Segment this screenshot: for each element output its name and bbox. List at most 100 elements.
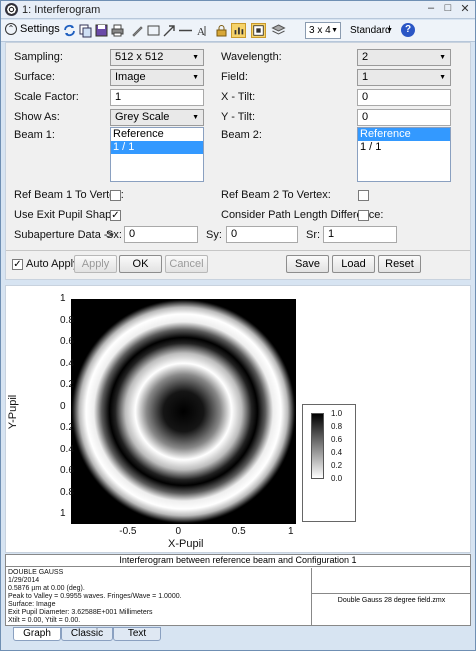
x-tick-label: 0	[175, 526, 182, 537]
field-label: Field:	[221, 71, 248, 83]
beam2-label: Beam 2:	[221, 129, 262, 141]
colorbar-tick-label: 0.8	[331, 422, 343, 431]
info-file-box: Double Gauss 28 degree field.zmx	[311, 568, 471, 625]
interferogram-plot	[71, 299, 296, 524]
reset-button[interactable]: Reset	[378, 255, 421, 273]
sy-input[interactable]: 0	[226, 226, 298, 243]
ref-beam2-checkbox[interactable]	[358, 190, 369, 201]
field-value: 1	[362, 71, 369, 83]
wavelength-label: Wavelength:	[221, 51, 282, 63]
info-line: Exit Pupil Diameter: 3.62588E+001 Millim…	[8, 609, 153, 616]
x-tick-label: 1	[288, 526, 294, 537]
toolbar: ⌃ Settings A 3 x 4 ▼ Standard ▼ ?	[1, 20, 475, 42]
chart-icon[interactable]	[231, 23, 246, 38]
info-line: 0.5876 µm at 0.00 (deg).	[8, 585, 85, 592]
scale-factor-label: Scale Factor:	[14, 91, 79, 103]
show-as-select[interactable]: Grey Scale ▼	[110, 109, 204, 126]
minimize-button[interactable]: –	[426, 2, 436, 15]
beam1-label: Beam 1:	[14, 129, 55, 141]
rectangle-icon[interactable]	[146, 23, 161, 38]
chevron-down-icon: ▼	[192, 54, 199, 61]
sx-input[interactable]: 0	[124, 226, 198, 243]
sx-label: Sx:	[106, 229, 122, 241]
colorbar-tick-label: 0.0	[331, 474, 343, 483]
close-button[interactable]: ✕	[460, 2, 470, 15]
app-icon	[5, 3, 18, 16]
list-item[interactable]: Reference	[111, 128, 203, 141]
text-icon[interactable]: A	[194, 23, 209, 38]
y-tilt-input[interactable]: 0	[357, 109, 451, 126]
save-button[interactable]: Save	[286, 255, 329, 273]
path-length-checkbox[interactable]	[358, 210, 369, 221]
colorbar-tick-label: 0.2	[331, 461, 343, 470]
title-bar[interactable]: 1: Interferogram – □ ✕	[1, 1, 475, 19]
ref-beam1-checkbox[interactable]	[110, 190, 121, 201]
divider	[312, 593, 471, 594]
grid-icon[interactable]	[251, 23, 266, 38]
show-as-value: Grey Scale	[115, 111, 170, 123]
list-item[interactable]: 1 / 1	[111, 141, 203, 154]
surface-select[interactable]: Image ▼	[110, 69, 204, 86]
settings-label: Settings	[20, 23, 60, 35]
print-icon[interactable]	[110, 23, 125, 38]
chevron-down-icon: ▼	[386, 27, 393, 34]
y-axis-label: Y-Pupil	[7, 394, 20, 430]
style-select[interactable]: Standard ▼	[346, 22, 396, 39]
layout-select[interactable]: 3 x 4 ▼	[305, 22, 341, 39]
info-line: Peak to Valley = 0.9955 waves. Fringes/W…	[8, 593, 182, 600]
x-tilt-input[interactable]: 0	[357, 89, 451, 106]
info-panel: Interferogram between reference beam and…	[5, 554, 471, 626]
window-title: 1: Interferogram	[22, 4, 101, 16]
chevron-down-icon: ▼	[192, 114, 199, 121]
chevron-down-icon: ▼	[439, 54, 446, 61]
show-as-label: Show As:	[14, 111, 60, 123]
info-line: DOUBLE GAUSS	[8, 569, 64, 576]
apply-button[interactable]: Apply	[74, 255, 117, 273]
tab-text[interactable]: Text	[113, 627, 161, 641]
cancel-button[interactable]: Cancel	[165, 255, 208, 273]
wavelength-select[interactable]: 2 ▼	[357, 49, 451, 66]
view-tabs: Graph Classic Text	[5, 626, 471, 642]
y-tick-label: 0.6	[60, 336, 74, 347]
auto-apply-checkbox[interactable]: ✓	[12, 259, 23, 270]
tab-classic[interactable]: Classic	[61, 627, 113, 641]
scale-factor-input[interactable]: 1	[110, 89, 204, 106]
load-button[interactable]: Load	[332, 255, 375, 273]
y-tick-label: 0.4	[60, 357, 74, 369]
y-tick-label: 0.6	[60, 465, 74, 476]
window-controls: – □ ✕	[426, 2, 470, 15]
x-axis-label: X-Pupil	[168, 538, 204, 550]
exit-pupil-checkbox[interactable]: ✓	[110, 210, 121, 221]
help-icon[interactable]: ?	[401, 23, 415, 37]
auto-apply-label: Auto Apply	[26, 258, 79, 270]
ok-button[interactable]: OK	[119, 255, 162, 273]
line-icon[interactable]	[178, 23, 193, 38]
list-item[interactable]: 1 / 1	[358, 141, 450, 154]
list-item[interactable]: Reference	[358, 128, 450, 141]
layers-icon[interactable]	[271, 23, 286, 38]
colorbar-tick-label: 1.0	[331, 409, 343, 418]
style-select-value: Standard	[350, 25, 391, 36]
sr-input[interactable]: 1	[323, 226, 397, 243]
tab-graph[interactable]: Graph	[13, 627, 61, 641]
colorbar-tick-label: 0.6	[331, 435, 343, 444]
beam2-list[interactable]: Reference 1 / 1	[357, 127, 451, 182]
y-tick-label: 0.2	[60, 422, 74, 433]
lock-icon[interactable]	[214, 23, 229, 38]
subaperture-label: Subaperture Data ->	[14, 229, 114, 241]
beam1-list[interactable]: Reference 1 / 1	[110, 127, 204, 182]
colorbar-gradient	[311, 413, 324, 479]
maximize-button[interactable]: □	[443, 2, 453, 15]
sampling-select[interactable]: 512 x 512 ▼	[110, 49, 204, 66]
y-tick-label: 0	[60, 400, 66, 412]
copy-icon[interactable]	[78, 23, 93, 38]
info-line: Xtilt = 0.00, Ytilt = 0.00.	[8, 617, 81, 624]
refresh-icon[interactable]	[62, 23, 77, 38]
pencil-icon[interactable]	[130, 23, 145, 38]
field-select[interactable]: 1 ▼	[357, 69, 451, 86]
settings-toggle[interactable]: ⌃ Settings	[5, 23, 60, 35]
arrow-icon[interactable]	[162, 23, 177, 38]
y-tick-label: 0.8	[60, 486, 74, 498]
sampling-label: Sampling:	[14, 51, 63, 63]
save-icon[interactable]	[94, 23, 109, 38]
